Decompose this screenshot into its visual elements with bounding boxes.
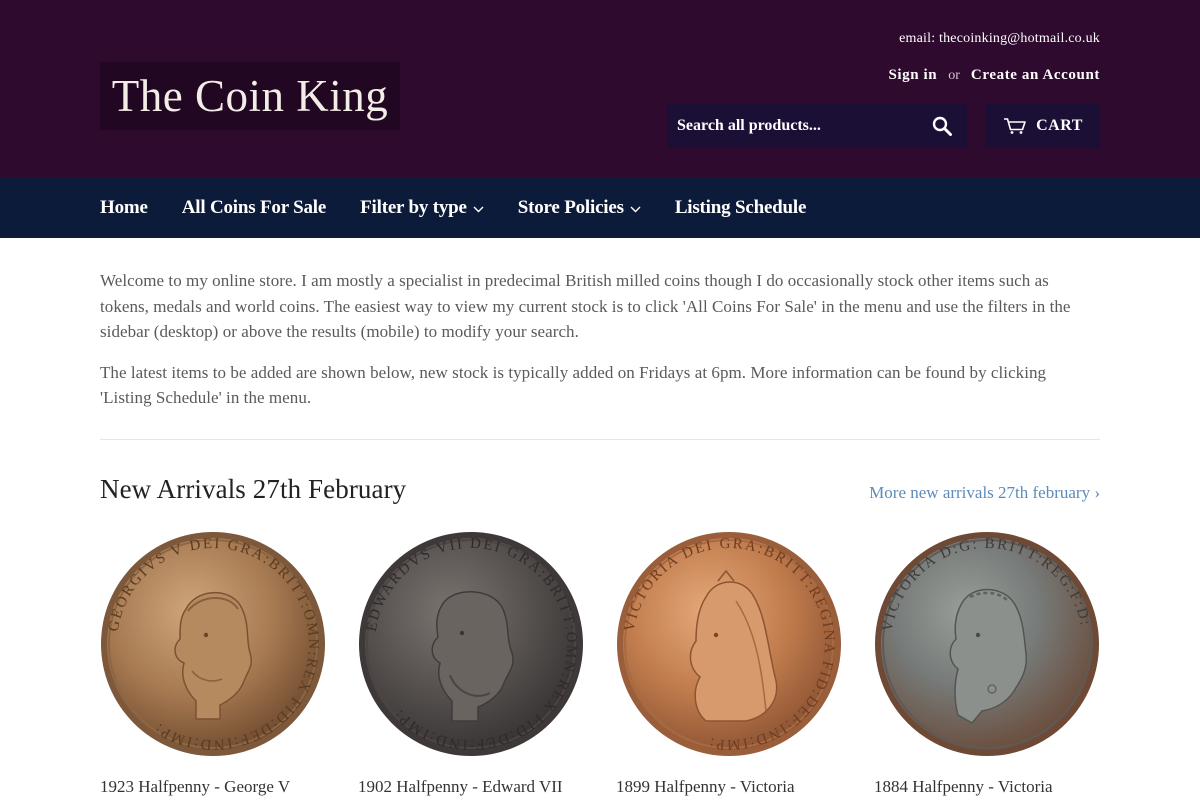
logo-text: The Coin King xyxy=(111,71,389,121)
product-card[interactable]: VICTORIA D:G: BRITT:REG:F:D: 1884 Halfpe… xyxy=(874,531,1100,797)
chevron-down-icon xyxy=(473,206,484,212)
coin-image[interactable]: VICTORIA DEI GRA:BRITT:REGINA FID:DEF:IN… xyxy=(616,531,842,757)
intro-paragraph-2: The latest items to be added are shown b… xyxy=(100,362,1047,408)
search-button[interactable] xyxy=(931,115,953,137)
nav-item-label: All Coins For Sale xyxy=(181,197,327,218)
product-title[interactable]: 1902 Halfpenny - Edward VII xyxy=(358,777,584,797)
main-content: Welcome to my online store. I am mostly … xyxy=(100,238,1100,797)
search-input[interactable] xyxy=(677,116,917,135)
or-separator: or xyxy=(948,68,960,83)
product-title[interactable]: 1923 Halfpenny - George V xyxy=(100,777,326,797)
search-icon xyxy=(932,116,952,136)
product-card[interactable]: EDWARDVS VII DEI GRA:BRITT:OMN:REX FID:D… xyxy=(358,531,584,797)
nav-item-label: Listing Schedule xyxy=(674,197,807,218)
cart-label: CART xyxy=(1036,116,1083,134)
header-email: email: thecoinking@hotmail.co.uk xyxy=(899,31,1100,46)
nav-item-listing-schedule[interactable]: Listing Schedule xyxy=(674,197,807,219)
nav-item-label: Store Policies xyxy=(517,197,624,218)
create-account-link[interactable]: Create an Account xyxy=(971,67,1100,84)
product-title[interactable]: 1899 Halfpenny - Victoria xyxy=(616,777,842,797)
product-grid: GEORGIVS V DEI GRA:BRITT:OMN:REX FID:DEF… xyxy=(100,531,1100,797)
nav-item-all-coins[interactable]: All Coins For Sale xyxy=(181,197,327,219)
coin-image[interactable]: EDWARDVS VII DEI GRA:BRITT:OMN:REX FID:D… xyxy=(358,531,584,757)
coin-image[interactable]: VICTORIA D:G: BRITT:REG:F:D: xyxy=(874,531,1100,757)
product-card[interactable]: VICTORIA DEI GRA:BRITT:REGINA FID:DEF:IN… xyxy=(616,531,842,797)
site-header: The Coin King email: thecoinking@hotmail… xyxy=(0,0,1200,178)
nav-item-home[interactable]: Home xyxy=(100,197,148,219)
intro-paragraph-1: Welcome to my online store. I am mostly … xyxy=(100,271,1071,341)
nav-item-label: Home xyxy=(100,197,148,218)
product-card[interactable]: GEORGIVS V DEI GRA:BRITT:OMN:REX FID:DEF… xyxy=(100,531,326,797)
section-divider xyxy=(100,438,1100,440)
intro-text: Welcome to my online store. I am mostly … xyxy=(100,268,1100,411)
nav-item-label: Filter by type xyxy=(360,197,467,218)
cart-button[interactable]: CART xyxy=(986,103,1100,148)
product-title[interactable]: 1884 Halfpenny - Victoria xyxy=(874,777,1100,797)
cart-icon xyxy=(1004,117,1026,134)
nav-item-store-policies[interactable]: Store Policies xyxy=(518,197,641,219)
account-links: Sign in or Create an Account xyxy=(888,67,1100,84)
coin-image[interactable]: GEORGIVS V DEI GRA:BRITT:OMN:REX FID:DEF… xyxy=(100,531,326,757)
store-logo[interactable]: The Coin King xyxy=(100,62,400,130)
search-form xyxy=(667,103,967,148)
chevron-down-icon xyxy=(630,206,641,212)
main-nav: Home All Coins For Sale Filter by type S… xyxy=(0,178,1200,238)
section-header: New Arrivals 27th February More new arri… xyxy=(100,474,1100,505)
section-title: New Arrivals 27th February xyxy=(100,473,407,504)
nav-item-filter-by-type[interactable]: Filter by type xyxy=(360,197,484,219)
sign-in-link[interactable]: Sign in xyxy=(888,67,937,84)
more-arrivals-link[interactable]: More new arrivals 27th february › xyxy=(869,483,1100,503)
